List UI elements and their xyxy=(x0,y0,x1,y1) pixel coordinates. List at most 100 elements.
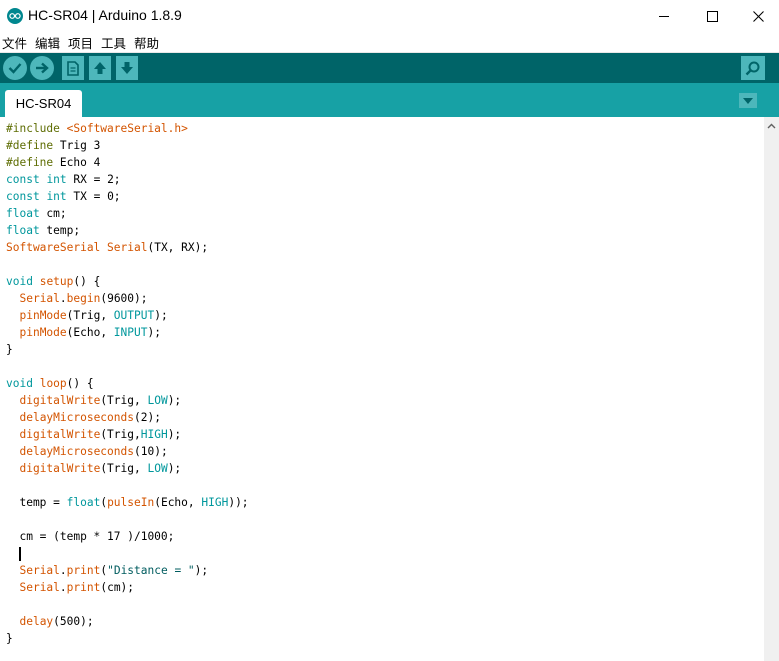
code-token: <SoftwareSerial.h> xyxy=(66,122,188,135)
menu-edit[interactable]: 编辑 xyxy=(35,33,60,52)
verify-button[interactable] xyxy=(3,56,27,80)
code-token: void xyxy=(6,275,33,288)
code-line[interactable]: digitalWrite(Trig, LOW); xyxy=(6,460,249,477)
code-line[interactable]: pinMode(Echo, INPUT); xyxy=(6,324,249,341)
close-icon xyxy=(752,10,764,22)
code-editor[interactable]: #include <SoftwareSerial.h> #define Trig … xyxy=(0,117,764,661)
code-line[interactable]: float cm; xyxy=(6,205,249,222)
menu-file[interactable]: 文件 xyxy=(2,33,27,52)
code-token: ); xyxy=(167,394,182,407)
code-token: LOW xyxy=(147,394,168,407)
code-token: Echo 4 xyxy=(59,156,101,169)
minimize-icon xyxy=(658,15,669,17)
code-token: print xyxy=(66,581,101,594)
code-token: delay xyxy=(19,615,54,628)
code-token: pulseIn xyxy=(107,496,155,509)
code-line[interactable]: delay(500); xyxy=(6,613,249,630)
menu-bar: 文件 编辑 项目 工具 帮助 xyxy=(0,32,779,53)
code-line[interactable]: digitalWrite(Trig,HIGH); xyxy=(6,426,249,443)
code-line[interactable]: const int TX = 0; xyxy=(6,188,249,205)
code-line[interactable]: void setup() { xyxy=(6,273,249,290)
code-line[interactable]: void loop() { xyxy=(6,375,249,392)
code-line[interactable] xyxy=(6,596,249,613)
code-token: OUTPUT xyxy=(113,309,155,322)
code-line[interactable]: } xyxy=(6,341,249,358)
code-token: cm; xyxy=(39,207,67,220)
code-line[interactable]: SoftwareSerial Serial(TX, RX); xyxy=(6,239,249,256)
code-line[interactable]: temp = float(pulseIn(Echo, HIGH)); xyxy=(6,494,249,511)
code-line[interactable]: #define Trig 3 xyxy=(6,137,249,154)
code-line[interactable]: Serial.begin(9600); xyxy=(6,290,249,307)
scroll-up-button[interactable] xyxy=(764,117,779,134)
code-line[interactable] xyxy=(6,477,249,494)
open-button[interactable] xyxy=(89,56,111,80)
code-token: cm = (temp * 17 )/1000; xyxy=(6,530,175,543)
menu-help[interactable]: 帮助 xyxy=(134,33,159,52)
menu-tools[interactable]: 工具 xyxy=(101,33,126,52)
code-line[interactable]: float temp; xyxy=(6,222,249,239)
serial-monitor-button[interactable] xyxy=(741,56,765,80)
code-token: loop xyxy=(39,377,67,390)
code-line[interactable]: Serial.print("Distance = "); xyxy=(6,562,249,579)
code-token: (cm); xyxy=(100,581,135,594)
code-line[interactable]: } xyxy=(6,630,249,647)
upload-button[interactable] xyxy=(30,56,54,80)
code-token: (2); xyxy=(134,411,161,424)
code-token: digitalWrite xyxy=(19,462,101,475)
code-line[interactable] xyxy=(6,256,249,273)
code-token: float xyxy=(6,224,40,237)
code-line[interactable] xyxy=(6,358,249,375)
code-token: int xyxy=(46,173,67,186)
code-token: print xyxy=(66,564,101,577)
code-token: #define xyxy=(6,139,60,152)
code-token: digitalWrite xyxy=(19,428,101,441)
code-token: delayMicroseconds xyxy=(19,411,134,424)
code-token: setup xyxy=(39,275,74,288)
chevron-up-icon xyxy=(767,123,776,128)
code-token: void xyxy=(6,377,33,390)
code-line[interactable]: delayMicroseconds(10); xyxy=(6,443,249,460)
code-line[interactable]: cm = (temp * 17 )/1000; xyxy=(6,528,249,545)
maximize-button[interactable] xyxy=(689,0,735,32)
code-token: (Echo, xyxy=(66,326,114,339)
code-line[interactable] xyxy=(6,511,249,528)
vertical-scrollbar[interactable] xyxy=(764,117,779,661)
save-button[interactable] xyxy=(116,56,138,80)
code-line[interactable]: #include <SoftwareSerial.h> xyxy=(6,120,249,137)
code-token: float xyxy=(6,207,40,220)
code-token: . xyxy=(59,581,67,594)
menu-sketch[interactable]: 项目 xyxy=(68,33,93,52)
code-token: )); xyxy=(228,496,249,509)
code-line[interactable]: const int RX = 2; xyxy=(6,171,249,188)
code-area[interactable]: #include <SoftwareSerial.h> #define Trig … xyxy=(6,120,249,647)
close-button[interactable] xyxy=(735,0,779,32)
tab-menu-button[interactable] xyxy=(739,93,757,108)
code-line[interactable]: Serial.print(cm); xyxy=(6,579,249,596)
tab-bar: HC-SR04 xyxy=(0,83,779,117)
code-line[interactable]: digitalWrite(Trig, LOW); xyxy=(6,392,249,409)
arrow-up-icon xyxy=(94,62,106,74)
new-button[interactable] xyxy=(62,56,84,80)
code-token: . xyxy=(59,564,67,577)
code-token: LOW xyxy=(147,462,168,475)
code-token: (500); xyxy=(53,615,94,628)
minimize-button[interactable] xyxy=(641,0,687,32)
code-token: (Trig, xyxy=(100,394,148,407)
code-line[interactable]: pinMode(Trig, OUTPUT); xyxy=(6,307,249,324)
code-token: ); xyxy=(167,428,182,441)
code-line[interactable]: #define Echo 4 xyxy=(6,154,249,171)
code-token: Serial xyxy=(19,564,60,577)
code-token: Serial xyxy=(19,581,60,594)
code-line[interactable]: delayMicroseconds(2); xyxy=(6,409,249,426)
checkmark-icon xyxy=(8,63,22,74)
code-token: ); xyxy=(194,564,209,577)
code-token: float xyxy=(66,496,101,509)
tab-hc-sr04[interactable]: HC-SR04 xyxy=(5,90,82,117)
code-line[interactable] xyxy=(6,545,249,562)
